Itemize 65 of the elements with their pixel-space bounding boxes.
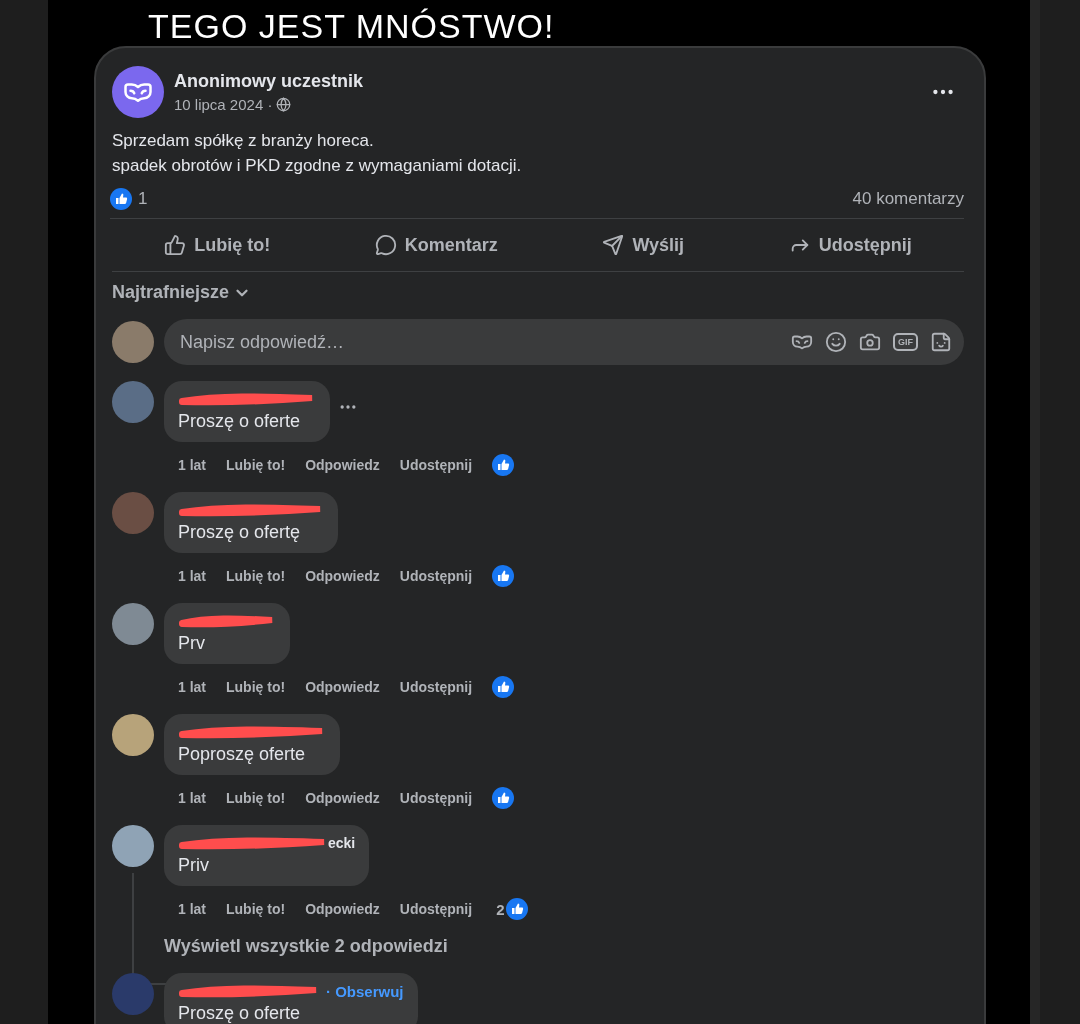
reply-link[interactable]: Odpowiedz [305,568,380,584]
comment-time: 1 lat [178,457,206,473]
reply-link[interactable]: Odpowiedz [305,457,380,473]
reply-link[interactable]: Odpowiedz [305,790,380,806]
like-reaction-icon [492,787,515,809]
comment-text: Proszę o oferte [178,411,302,432]
avatar [112,492,154,534]
comment-text: Proszę o oferte [178,1003,302,1024]
comment-text: Prv [178,633,206,654]
share-link[interactable]: Udostępnij [399,568,473,584]
like-link[interactable]: Lubię to! [226,568,286,584]
camera-icon[interactable] [859,331,881,353]
post-date: 10 lipca 2024 · [174,96,273,113]
like-reaction-icon [492,565,515,587]
reply-link[interactable]: Odpowiedz [305,679,380,695]
comment-icon [374,234,397,256]
like-link[interactable]: Lubię to! [226,901,286,917]
avatar [112,973,154,1015]
post-text: Sprzedam spółkę z branży horeca. [112,130,375,152]
reply-link[interactable]: Odpowiedz [305,901,380,917]
like-link[interactable]: Lubię to! [226,679,286,695]
page-heading: TEGO JEST MNÓSTWO! [148,6,556,46]
globe-icon [276,97,292,112]
share-link[interactable]: Udostępnij [399,790,473,806]
comment-time: 1 lat [178,679,206,695]
action-button[interactable]: Lubię to! [154,228,281,262]
author-name[interactable]: Anonimowy uczestnik [174,71,920,92]
comment-text: Proszę o ofertę [178,522,302,543]
comment-time: 1 lat [178,901,206,917]
comment-time: 1 lat [178,790,206,806]
comment-text: Poproszę oferte [178,744,307,765]
like-reaction-icon [492,676,515,698]
avatar [112,381,154,423]
like-link[interactable]: Lubię to! [226,790,286,806]
reply-field[interactable]: Napisz odpowiedź… GIF [164,319,964,365]
action-button[interactable]: Komentarz [364,228,508,262]
gif-icon[interactable]: GIF [893,333,918,351]
comment-count[interactable]: 40 komentarzy [852,189,964,209]
thumbs-up-icon [164,234,187,256]
post-text: spadek obrotów i PKD zgodne z wymaganiami dotacji. [112,155,523,177]
sort-dropdown[interactable]: Najtrafniejsze [112,276,252,309]
like-reaction-icon [110,188,132,210]
share-link[interactable]: Udostępnij [399,901,473,917]
share-link[interactable]: Udostępnij [399,457,473,473]
follow-link[interactable]: · Obserwuj [326,982,404,1000]
share-link[interactable]: Udostępnij [399,679,473,695]
action-button[interactable]: Wyślij [592,228,695,262]
commenter-name[interactable]: ecki [328,835,356,851]
avatar [112,321,154,363]
reaction-count: 2 [496,900,505,918]
send-icon [602,234,625,256]
avatar [112,825,154,867]
like-reaction-icon [506,898,529,920]
view-replies-link[interactable]: Wyświetl wszystkie 2 odpowiedzi [164,936,529,957]
avatar [112,714,154,756]
action-button[interactable]: Udostępnij [778,228,922,262]
emoji-icon[interactable] [825,331,847,353]
like-count: 1 [138,189,148,209]
comment-text: Priv [178,855,210,876]
avatar [112,603,154,645]
like-reaction-icon [492,454,515,476]
sticker-icon[interactable] [930,331,952,353]
incognito-avatar [112,66,164,118]
like-link[interactable]: Lubię to! [226,457,286,473]
comment-time: 1 lat [178,568,206,584]
